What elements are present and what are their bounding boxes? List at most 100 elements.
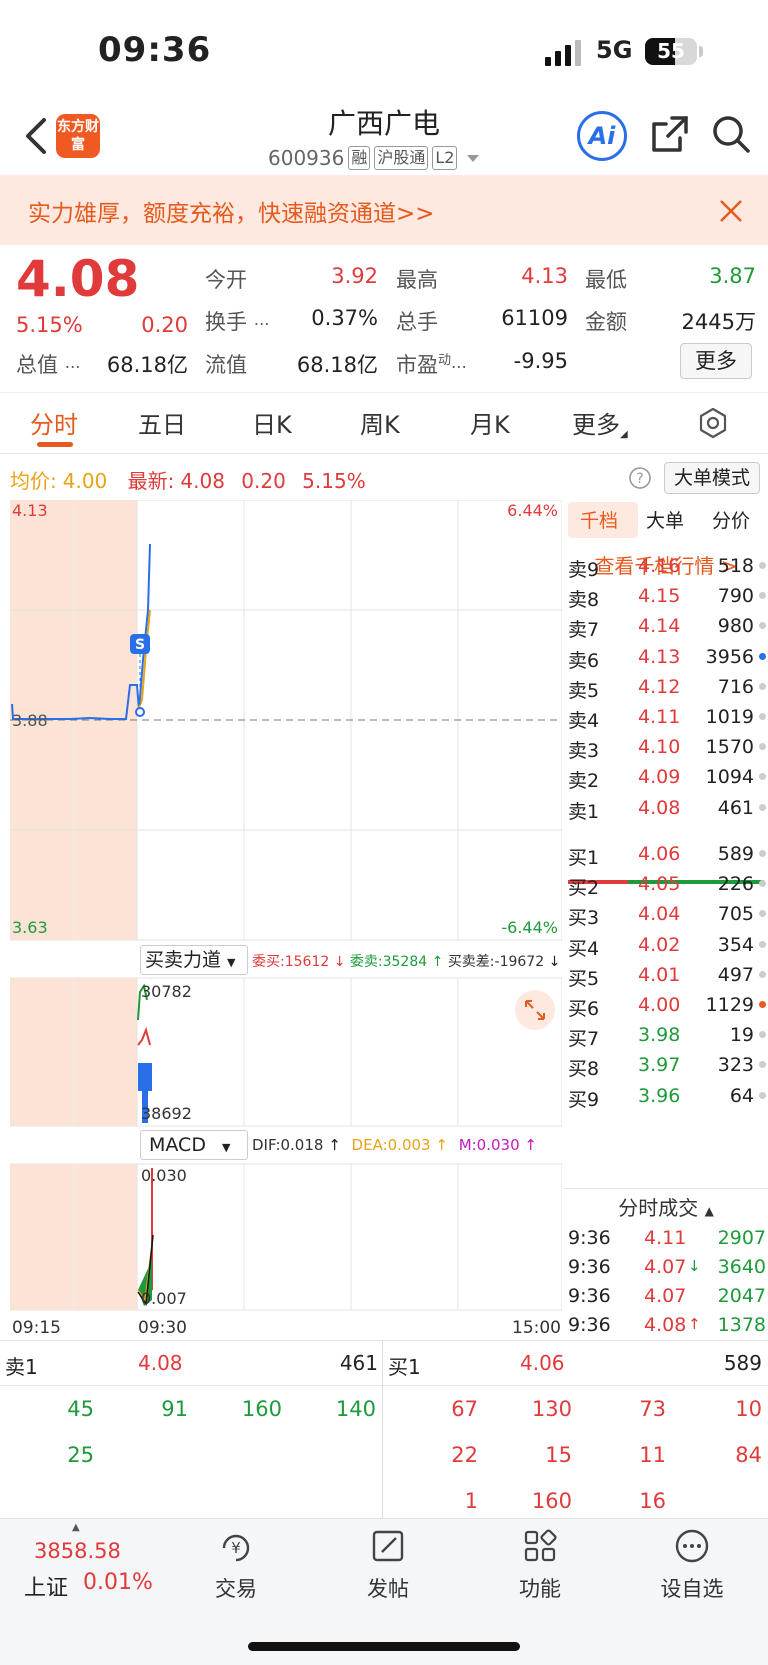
macd-bottom-label: 0.007 — [141, 1289, 187, 1308]
bid-row[interactable]: 买9 3.96 64 — [564, 1082, 768, 1112]
macd-indicator-select[interactable]: MACD ▼ — [140, 1130, 248, 1160]
bid-row[interactable]: 买5 4.01 497 — [564, 961, 768, 991]
more-dots-icon — [675, 1529, 709, 1563]
bid-row[interactable]: 买6 4.00 1129 — [564, 991, 768, 1021]
ticks-title[interactable]: 分时成交 ▲ — [564, 1192, 768, 1221]
bid-level: 买9 — [568, 1088, 600, 1111]
bid-price: 3.96 — [638, 1084, 681, 1107]
ask-row[interactable]: 卖8 4.15 790 — [564, 582, 768, 612]
nav-trade[interactable]: ¥ 交易 — [186, 1528, 286, 1603]
tab-underline — [37, 442, 73, 447]
bid-level: 买3 — [568, 907, 600, 930]
bid-price: 3.97 — [638, 1054, 681, 1077]
ask-row[interactable]: 卖1 4.08 461 — [564, 794, 768, 824]
bid-level: 买2 — [568, 877, 600, 900]
help-icon[interactable]: ? — [628, 466, 652, 490]
queue-buy-order: 10 — [735, 1397, 762, 1421]
nav-watchlist[interactable]: 设自选 — [642, 1528, 742, 1603]
ask-level: 卖5 — [568, 679, 600, 702]
status-time: 09:36 — [98, 30, 212, 70]
bid-row[interactable]: 买8 3.97 323 — [564, 1051, 768, 1081]
ask-price: 4.15 — [638, 585, 681, 608]
nav-functions[interactable]: 功能 — [490, 1528, 590, 1603]
level-dot — [759, 622, 766, 630]
bid-volume: 19 — [729, 1024, 754, 1047]
volume-bottom-label: 38692 — [141, 1104, 192, 1123]
ask-price: 4.09 — [638, 766, 681, 789]
bid-row[interactable]: 买4 4.02 354 — [564, 931, 768, 961]
ask-row[interactable]: 卖2 4.09 1094 — [564, 763, 768, 793]
grid-icon — [524, 1529, 557, 1562]
index-name[interactable]: 上证 — [24, 1570, 68, 1602]
queue-buy-total: 589 — [723, 1351, 762, 1375]
gear-icon[interactable] — [697, 407, 729, 439]
side-tab-big-order[interactable]: 大单 — [646, 506, 684, 533]
ask-price: 4.14 — [638, 615, 681, 638]
bid-volume: 1129 — [705, 994, 754, 1016]
bid-row[interactable]: 买7 3.98 19 — [564, 1021, 768, 1051]
bid-row[interactable]: 买3 4.04 705 — [564, 900, 768, 930]
tab-weekly-k[interactable]: 周K — [360, 405, 400, 440]
pct-bottom-label: -6.44% — [501, 918, 558, 937]
side-tab-price-dist[interactable]: 分价 — [712, 506, 750, 533]
bid-row[interactable]: 买1 4.06 589 — [564, 840, 768, 870]
ask-row[interactable]: 卖5 4.12 716 — [564, 673, 768, 703]
tab-monthly-k[interactable]: 月K — [470, 405, 510, 440]
stock-subtitle[interactable]: 600936 融 沪股通 L2 — [268, 144, 480, 172]
search-icon[interactable] — [711, 114, 751, 154]
bid-price: 4.06 — [638, 843, 681, 865]
caret-up-icon[interactable]: ▲ — [72, 1522, 80, 1533]
level-dot — [759, 743, 766, 751]
volume-indicator-select[interactable]: 买卖力道 ▼ — [140, 945, 248, 975]
tab-more[interactable]: 更多◢ — [572, 405, 628, 440]
tick-row: 9:36 4.11 2907 — [564, 1224, 768, 1254]
expand-icon[interactable] — [515, 990, 555, 1030]
last-price: 4.08 — [16, 250, 140, 308]
nav-post[interactable]: 发帖 — [338, 1528, 438, 1603]
tag-margin: 融 — [348, 146, 371, 170]
queue-sell-order: 25 — [67, 1443, 94, 1467]
volume-top-label: 30782 — [141, 982, 192, 1001]
index-pct[interactable]: 0.01% — [83, 1570, 153, 1595]
index-value[interactable]: 3858.58 — [34, 1539, 121, 1563]
ai-button[interactable]: Ai — [577, 111, 627, 161]
bid-row[interactable]: 买2 4.05 226 — [564, 870, 768, 900]
big-order-mode-button[interactable]: 大单模式 — [664, 462, 760, 494]
tick-row: 9:36 4.07 2047 — [564, 1282, 768, 1312]
more-button[interactable]: 更多 — [680, 343, 752, 379]
level-dot — [759, 910, 766, 918]
side-tab-depth[interactable]: 千档 — [580, 506, 618, 533]
change-value: 0.20 — [141, 313, 188, 337]
queue-sell-total: 461 — [339, 1351, 378, 1375]
bid-level: 买1 — [568, 847, 600, 869]
level-dot — [759, 1031, 766, 1039]
queue-buy-order: 16 — [639, 1489, 666, 1513]
tick-volume: 1378 — [717, 1314, 766, 1336]
ask-row[interactable]: 卖7 4.14 980 — [564, 612, 768, 642]
tab-intraday[interactable]: 分时 — [30, 405, 78, 440]
ask-row[interactable]: 卖6 4.13 3956 — [564, 643, 768, 673]
share-icon[interactable] — [650, 114, 690, 154]
queue-buy-order: 84 — [735, 1443, 762, 1467]
bid-price: 4.02 — [638, 933, 681, 956]
queue-buy-order: 67 — [451, 1397, 478, 1421]
level-dot — [759, 773, 766, 781]
tick-price: 4.11 — [644, 1227, 687, 1249]
queue-buy-order: 22 — [451, 1443, 478, 1467]
intraday-chart[interactable]: S 4.13 3.88 3.63 6.44% -6.44% 30782 3869… — [10, 500, 562, 1318]
tick-price: 4.07 — [644, 1285, 687, 1307]
close-icon[interactable] — [718, 198, 744, 224]
ask-volume: 3956 — [705, 645, 754, 668]
ask-row[interactable]: 卖3 4.10 1570 — [564, 733, 768, 763]
ask-row[interactable]: 卖9 4.16 518 — [564, 552, 768, 582]
level-dot — [759, 880, 766, 888]
queue-buy-order: 130 — [531, 1397, 572, 1421]
chevron-down-icon — [467, 154, 480, 162]
tab-five-day[interactable]: 五日 — [138, 405, 186, 440]
bid-volume: 354 — [717, 933, 754, 956]
tab-daily-k[interactable]: 日K — [252, 405, 292, 440]
tick-time: 9:36 — [568, 1285, 611, 1307]
banner-text[interactable]: 实力雄厚，额度充裕，快速融资通道>> — [28, 194, 435, 228]
ask-row[interactable]: 卖4 4.11 1019 — [564, 703, 768, 733]
tag-connect: 沪股通 — [374, 146, 429, 170]
